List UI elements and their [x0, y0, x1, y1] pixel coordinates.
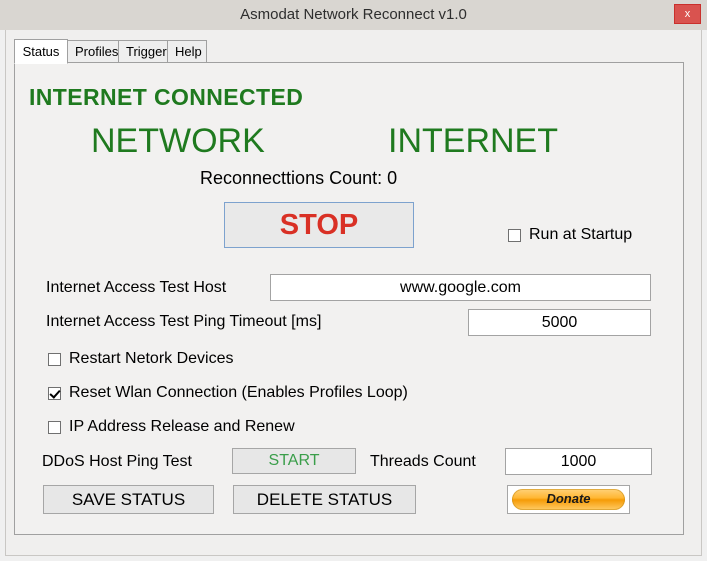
ip-release-renew-row[interactable]: IP Address Release and Renew: [48, 418, 295, 436]
donate-button[interactable]: Donate: [507, 485, 630, 514]
internet-status-label: INTERNET: [388, 122, 558, 160]
title-bar: Asmodat Network Reconnect v1.0 x: [0, 0, 707, 30]
ping-timeout-input[interactable]: [468, 309, 651, 336]
restart-network-devices-row[interactable]: Restart Netork Devices: [48, 350, 234, 368]
close-icon[interactable]: x: [674, 4, 701, 24]
start-button[interactable]: START: [232, 448, 356, 474]
app-window: Asmodat Network Reconnect v1.0 x Status …: [0, 0, 707, 561]
restart-network-devices-label: Restart Netork Devices: [69, 350, 234, 367]
tab-strip: Status Profiles Trigger Help: [14, 39, 684, 64]
threads-count-label: Threads Count: [370, 453, 476, 470]
tab-help[interactable]: Help: [167, 40, 207, 63]
ip-release-renew-label: IP Address Release and Renew: [69, 418, 295, 435]
threads-count-input[interactable]: [505, 448, 652, 475]
tab-profiles[interactable]: Profiles: [67, 40, 119, 63]
reconnections-count: Reconnecttions Count: 0: [200, 168, 398, 188]
tab-trigger[interactable]: Trigger: [118, 40, 168, 63]
delete-status-button[interactable]: DELETE STATUS: [233, 485, 416, 514]
save-status-button[interactable]: SAVE STATUS: [43, 485, 214, 514]
status-message: INTERNET CONNECTED: [29, 84, 304, 110]
ddos-test-label: DDoS Host Ping Test: [42, 453, 192, 470]
ping-timeout-field-label: Internet Access Test Ping Timeout [ms]: [46, 313, 322, 330]
ip-release-renew-checkbox[interactable]: [48, 420, 61, 434]
run-at-startup-label: Run at Startup: [529, 226, 633, 243]
donate-pill: Donate: [512, 489, 625, 510]
run-at-startup-checkbox[interactable]: [508, 228, 521, 242]
run-at-startup-checkbox-row[interactable]: Run at Startup: [508, 226, 632, 244]
donate-label: Donate: [546, 491, 591, 506]
host-input[interactable]: [270, 274, 651, 301]
reset-wlan-connection-label: Reset Wlan Connection (Enables Profiles …: [69, 384, 408, 401]
restart-network-devices-checkbox[interactable]: [48, 352, 61, 366]
tab-status[interactable]: Status: [14, 39, 68, 64]
network-status-label: NETWORK: [91, 122, 265, 160]
reset-wlan-connection-row[interactable]: Reset Wlan Connection (Enables Profiles …: [48, 384, 408, 402]
reset-wlan-connection-checkbox[interactable]: [48, 386, 61, 400]
window-title: Asmodat Network Reconnect v1.0: [240, 6, 467, 23]
stop-button[interactable]: STOP: [224, 202, 414, 248]
host-field-label: Internet Access Test Host: [46, 279, 227, 296]
